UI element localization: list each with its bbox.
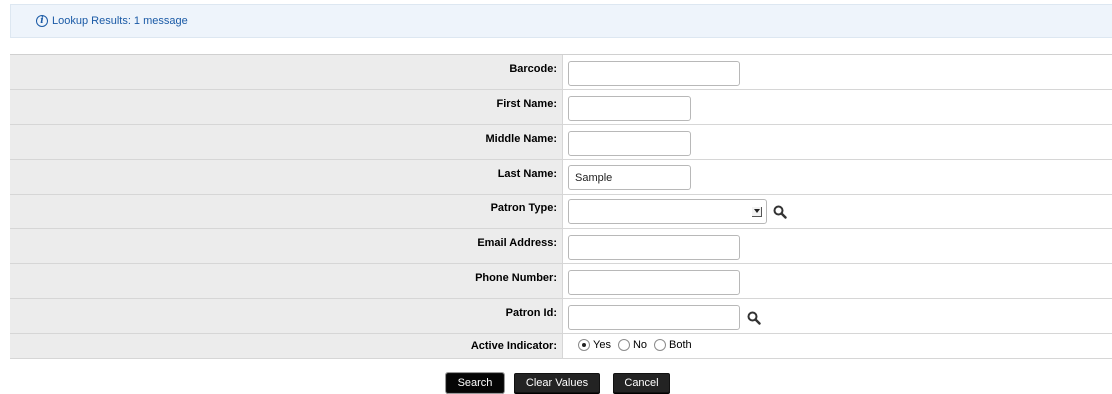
radio-no-label: No <box>632 339 648 351</box>
middle-name-label: Middle Name: <box>10 125 563 159</box>
middle-name-input[interactable] <box>568 131 691 156</box>
last-name-label: Last Name: <box>10 160 563 194</box>
message-text: Lookup Results: 1 message <box>52 15 188 27</box>
button-bar: Search Clear Values Cancel <box>0 372 1112 394</box>
active-indicator-radio-group: Yes No Both <box>578 339 699 351</box>
row-patron-type: Patron Type: <box>10 195 1112 229</box>
cancel-button[interactable]: Cancel <box>613 373 670 393</box>
info-icon: i <box>36 15 48 27</box>
row-active-indicator: Active Indicator: Yes No Both <box>10 334 1112 359</box>
radio-yes-label: Yes <box>593 339 611 351</box>
active-indicator-label: Active Indicator: <box>10 334 563 358</box>
phone-label: Phone Number: <box>10 264 563 298</box>
phone-input[interactable] <box>568 270 740 295</box>
search-icon[interactable] <box>747 311 761 325</box>
radio-both-label: Both <box>669 339 692 351</box>
row-first-name: First Name: <box>10 90 1112 125</box>
radio-both-button[interactable] <box>654 339 667 351</box>
first-name-input[interactable] <box>568 96 691 121</box>
radio-yes-button[interactable] <box>578 339 590 351</box>
message-bar: i Lookup Results: 1 message <box>10 4 1112 38</box>
patron-type-label: Patron Type: <box>10 195 563 228</box>
radio-no[interactable]: No <box>617 339 648 351</box>
barcode-label: Barcode: <box>10 55 563 89</box>
row-barcode: Barcode: <box>10 55 1112 90</box>
chevron-down-icon <box>752 207 762 217</box>
patron-id-input[interactable] <box>568 305 740 330</box>
patron-type-select[interactable] <box>568 199 767 224</box>
last-name-input[interactable] <box>568 165 691 190</box>
row-phone: Phone Number: <box>10 264 1112 299</box>
row-middle-name: Middle Name: <box>10 125 1112 160</box>
email-input[interactable] <box>568 235 740 260</box>
patron-id-label: Patron Id: <box>10 299 563 333</box>
lookup-form: Barcode: First Name: Middle Name: Last N… <box>10 54 1112 359</box>
row-email: Email Address: <box>10 229 1112 264</box>
clear-values-button[interactable]: Clear Values <box>514 373 600 393</box>
first-name-label: First Name: <box>10 90 563 124</box>
radio-no-button[interactable] <box>617 339 630 351</box>
row-patron-id: Patron Id: <box>10 299 1112 334</box>
barcode-input[interactable] <box>568 61 740 86</box>
radio-yes[interactable]: Yes <box>578 339 611 351</box>
email-label: Email Address: <box>10 229 563 263</box>
row-last-name: Last Name: <box>10 160 1112 195</box>
radio-both[interactable]: Both <box>654 339 692 351</box>
search-button[interactable]: Search <box>445 372 505 394</box>
search-icon[interactable] <box>773 205 787 219</box>
